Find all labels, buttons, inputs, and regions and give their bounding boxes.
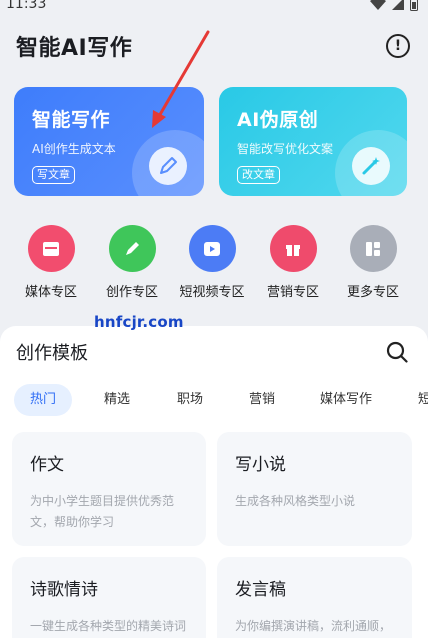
template-card-novel[interactable]: 写小说 生成各种风格类型小说 [217, 432, 412, 546]
media-icon [27, 225, 75, 272]
video-icon [188, 225, 236, 272]
tab-hot[interactable]: 热门 [14, 384, 73, 416]
search-icon[interactable] [386, 341, 408, 363]
template-desc: 生成各种风格类型小说 [235, 494, 356, 508]
battery-icon [410, 0, 418, 11]
tab-featured[interactable]: 精选 [104, 384, 130, 416]
template-desc: 为你编撰演讲稿，流利通顺，消除紧张 [235, 619, 392, 633]
template-card-poetry[interactable]: 诗歌情诗 一键生成各种类型的精美诗词 [12, 557, 206, 638]
sheet-header: 创作模板 [16, 340, 408, 364]
info-icon[interactable]: ! [386, 34, 410, 58]
zone-more[interactable]: 更多专区 [333, 225, 413, 300]
pencil-icon [108, 225, 156, 272]
pen-icon [149, 147, 187, 185]
zone-row: 媒体专区 创作专区 短视频专区 营销专区 更多专区 [0, 225, 428, 300]
tab-workplace[interactable]: 职场 [177, 384, 203, 416]
signal-icon [392, 0, 404, 10]
category-tabs: 热门 精选 职场 营销 媒体写作 短 [14, 384, 428, 416]
zone-short-video[interactable]: 短视频专区 [172, 225, 252, 300]
status-time: 11:33 [6, 0, 47, 12]
zone-label: 更多专区 [346, 285, 399, 300]
zone-media[interactable]: 媒体专区 [11, 225, 91, 300]
zone-label: 营销专区 [266, 285, 319, 300]
template-card-essay[interactable]: 作文 为中小学生题目提供优秀范文，帮助你学习 [12, 432, 206, 546]
ai-rewrite-card[interactable]: AI伪原创 智能改写优化文案 改文章 [219, 87, 407, 196]
template-sheet: 创作模板 热门 精选 职场 营销 媒体写作 短 作文 为中小学生题目提供优秀范文… [0, 326, 428, 638]
write-article-button[interactable]: 写文章 [32, 166, 75, 184]
tab-marketing[interactable]: 营销 [249, 384, 275, 416]
zone-marketing[interactable]: 营销专区 [253, 225, 333, 300]
rewrite-article-button[interactable]: 改文章 [237, 166, 280, 184]
card-title: AI伪原创 [237, 109, 319, 131]
watermark-text: hnfcjr.com [94, 313, 184, 331]
page-title: 智能AI写作 [16, 36, 133, 61]
status-icons [370, 0, 418, 11]
app-header: 智能AI写作 ! [0, 26, 428, 66]
zone-create[interactable]: 创作专区 [92, 225, 172, 300]
gift-icon [269, 225, 317, 272]
template-title: 发言稿 [235, 580, 286, 600]
card-title: 智能写作 [32, 109, 111, 131]
zone-label: 短视频专区 [179, 285, 245, 300]
template-title: 写小说 [235, 455, 286, 475]
grid-icon [349, 225, 397, 272]
tab-short[interactable]: 短 [418, 384, 428, 416]
wifi-icon [370, 0, 386, 10]
smart-writing-card[interactable]: 智能写作 AI创作生成文本 写文章 [14, 87, 204, 196]
template-title: 诗歌情诗 [30, 580, 98, 600]
template-title: 作文 [30, 455, 64, 475]
zone-label: 创作专区 [105, 285, 158, 300]
template-desc: 一键生成各种类型的精美诗词 [30, 619, 187, 633]
zone-label: 媒体专区 [24, 285, 77, 300]
sheet-title: 创作模板 [16, 343, 88, 364]
template-card-speech[interactable]: 发言稿 为你编撰演讲稿，流利通顺，消除紧张 [217, 557, 412, 638]
template-desc: 为中小学生题目提供优秀范文，帮助你学习 [30, 494, 175, 529]
tab-media-writing[interactable]: 媒体写作 [320, 384, 372, 416]
status-bar: 11:33 [0, 0, 428, 14]
magic-wand-icon [352, 147, 390, 185]
